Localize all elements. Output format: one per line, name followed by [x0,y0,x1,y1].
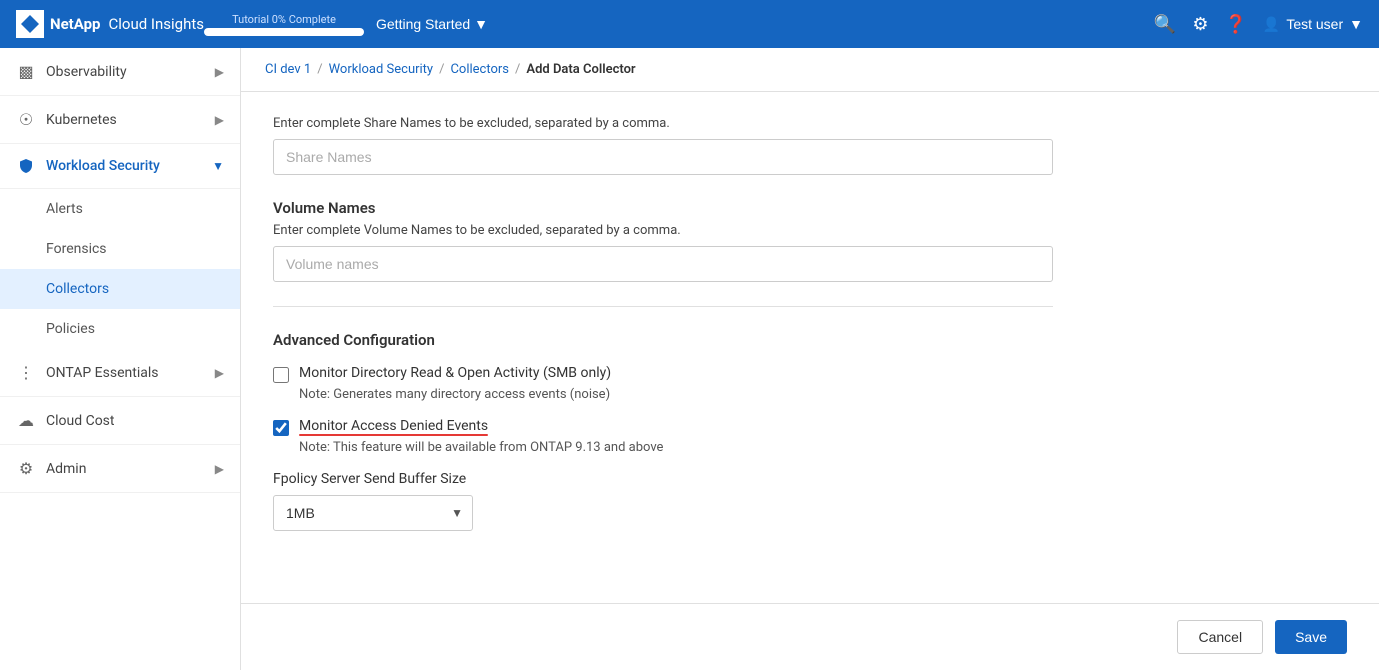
chevron-right-icon: ▶ [215,366,224,380]
sidebar-sub-item-alerts[interactable]: Alerts [0,189,240,229]
monitor-directory-note: Note: Generates many directory access ev… [299,387,1347,402]
monitor-denied-note: Note: This feature will be available fro… [299,440,1347,455]
breadcrumb-link-collectors[interactable]: Collectors [450,62,509,77]
breadcrumb-separator: / [317,62,322,77]
sidebar-item-cloud-cost[interactable]: ☁ Cloud Cost [0,397,240,445]
monitor-directory-label[interactable]: Monitor Directory Read & Open Activity (… [299,365,611,381]
sidebar-item-label: Observability [46,64,127,80]
sidebar-item-label: Cloud Cost [46,413,115,429]
chevron-down-icon: ▼ [474,16,488,32]
tutorial-progress-bar: Tutorial 0% Complete [204,13,364,36]
nav-right-actions: 🔍 ⚙ ❓ 👤 Test user ▼ [1154,14,1363,35]
monitor-denied-label[interactable]: Monitor Access Denied Events [299,418,488,434]
fpolicy-select-wrapper: 1MB 2MB 4MB 8MB ▼ [273,495,473,531]
breadcrumb-link-workload-security[interactable]: Workload Security [329,62,434,77]
cancel-button[interactable]: Cancel [1177,620,1263,654]
grid-icon: ⋮ [16,363,36,382]
chevron-right-icon: ▶ [215,113,224,127]
user-chevron-icon: ▼ [1349,16,1363,32]
sidebar-item-admin[interactable]: ⚙ Admin ▶ [0,445,240,493]
share-names-label: Enter complete Share Names to be exclude… [273,116,1347,131]
section-divider [273,306,1053,307]
sidebar-item-ontap-essentials[interactable]: ⋮ ONTAP Essentials ▶ [0,349,240,397]
sidebar-sub-item-label: Policies [46,321,95,337]
help-icon[interactable]: ❓ [1224,14,1246,35]
bar-chart-icon: ▩ [16,62,36,81]
share-names-input[interactable] [273,139,1053,175]
gear-icon: ⚙ [16,459,36,478]
fpolicy-label: Fpolicy Server Send Buffer Size [273,471,1347,487]
user-menu-button[interactable]: 👤 Test user ▼ [1263,16,1363,33]
monitor-denied-checkbox-row: Monitor Access Denied Events [273,418,1347,436]
chevron-right-icon: ▶ [215,65,224,79]
monitor-directory-checkbox[interactable] [273,367,289,383]
content-area: CI dev 1 / Workload Security / Collector… [241,48,1379,670]
main-layout: ▩ Observability ▶ ☉ Kubernetes ▶ Workloa… [0,48,1379,670]
sidebar-sub-item-label: Forensics [46,241,107,257]
fpolicy-select-group: Fpolicy Server Send Buffer Size 1MB 2MB … [273,471,1347,531]
volume-names-field-group: Volume Names Enter complete Volume Names… [273,199,1347,282]
brand-name: NetApp [50,15,100,33]
app-title: Cloud Insights [108,15,204,33]
chevron-right-icon: ▶ [215,462,224,476]
breadcrumb-separator: / [439,62,444,77]
sidebar-sub-item-collectors[interactable]: Collectors [0,269,240,309]
sidebar-item-kubernetes[interactable]: ☉ Kubernetes ▶ [0,96,240,144]
sidebar: ▩ Observability ▶ ☉ Kubernetes ▶ Workloa… [0,48,241,670]
breadcrumb-current: Add Data Collector [526,62,635,77]
monitor-denied-checkbox[interactable] [273,420,289,436]
tutorial-progress-track [204,28,364,36]
search-icon[interactable]: 🔍 [1154,14,1176,35]
sidebar-item-label: Workload Security [46,158,160,174]
share-names-field-group: Enter complete Share Names to be exclude… [273,116,1347,175]
kubernetes-icon: ☉ [16,110,36,129]
monitor-directory-checkbox-row: Monitor Directory Read & Open Activity (… [273,365,1347,383]
volume-names-title: Volume Names [273,199,1347,217]
advanced-config-section: Advanced Configuration Monitor Directory… [273,331,1347,531]
top-navigation: NetApp Cloud Insights Tutorial 0% Comple… [0,0,1379,48]
volume-names-input[interactable] [273,246,1053,282]
sidebar-item-label: ONTAP Essentials [46,365,158,381]
getting-started-button[interactable]: Getting Started ▼ [376,16,488,32]
breadcrumb-separator: / [515,62,520,77]
sidebar-item-label: Admin [46,461,86,477]
monitor-denied-label-text: Monitor Access Denied Events [299,418,488,434]
shield-icon [16,158,36,174]
sidebar-sub-item-policies[interactable]: Policies [0,309,240,349]
sidebar-sub-item-label: Collectors [46,281,109,297]
gear-icon[interactable]: ⚙ [1192,14,1208,35]
fpolicy-select[interactable]: 1MB 2MB 4MB 8MB [273,495,473,531]
netapp-logo: NetApp Cloud Insights [16,10,204,38]
breadcrumb-link-ci-dev[interactable]: CI dev 1 [265,62,311,77]
sidebar-item-workload-security[interactable]: Workload Security ▼ [0,144,240,189]
chevron-down-icon: ▼ [212,159,224,173]
sidebar-sub-item-label: Alerts [46,201,83,217]
sidebar-item-label: Kubernetes [46,112,117,128]
breadcrumb: CI dev 1 / Workload Security / Collector… [241,48,1379,92]
tutorial-label: Tutorial 0% Complete [232,13,336,26]
sidebar-item-observability[interactable]: ▩ Observability ▶ [0,48,240,96]
user-label: Test user [1286,16,1343,32]
volume-names-label: Enter complete Volume Names to be exclud… [273,223,1347,238]
sidebar-sub-item-forensics[interactable]: Forensics [0,229,240,269]
user-avatar-icon: 👤 [1263,16,1280,33]
form-content: Enter complete Share Names to be exclude… [241,92,1379,603]
cloud-icon: ☁ [16,411,36,430]
form-footer: Cancel Save [241,603,1379,670]
save-button[interactable]: Save [1275,620,1347,654]
logo-icon [16,10,44,38]
advanced-config-title: Advanced Configuration [273,331,1347,349]
